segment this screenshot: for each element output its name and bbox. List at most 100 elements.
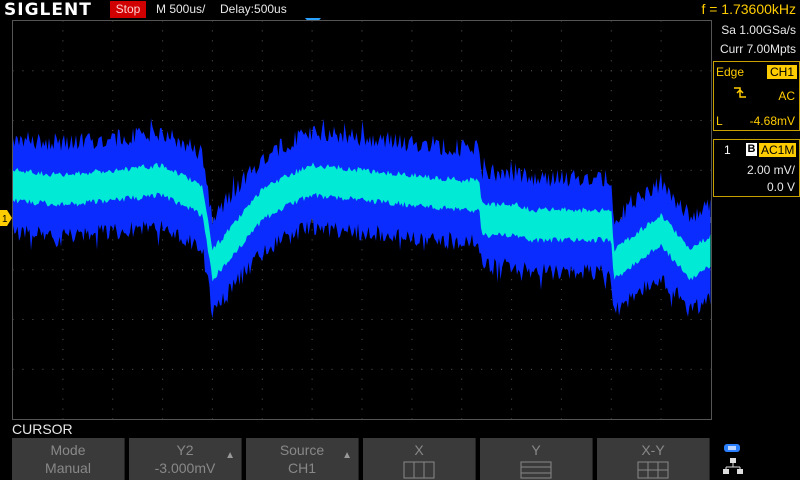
grid-dot [590, 319, 592, 320]
grid-dot [311, 388, 313, 390]
grid-dot [341, 269, 343, 271]
grid-dot [261, 328, 263, 330]
grid-dot [251, 319, 253, 320]
grid-dot [211, 189, 213, 191]
grid-dot [62, 90, 64, 92]
network-status[interactable] [713, 438, 800, 480]
grid-dot [600, 319, 602, 320]
grid-dot [421, 70, 423, 72]
grid-dot [311, 328, 313, 330]
grid-dot [291, 70, 293, 72]
grid-dot [660, 338, 662, 340]
grid-dot [162, 269, 164, 271]
grid-dot [521, 70, 522, 72]
softkey-mode[interactable]: Mode Manual [12, 438, 125, 480]
grid-dot [361, 50, 363, 52]
grid-dot [431, 120, 433, 121]
waveform-display[interactable] [12, 20, 712, 420]
grid-dot [620, 120, 622, 121]
grid-dot [62, 388, 64, 390]
grid-dot [82, 269, 84, 271]
grid-dot [241, 169, 243, 171]
grid-dot [560, 159, 562, 161]
grid-dot [640, 319, 642, 320]
grid-dot [610, 130, 612, 131]
grid-dot [570, 169, 572, 171]
grid-dot [511, 368, 513, 370]
network-icon [723, 458, 743, 474]
grid-dot [560, 408, 562, 410]
grid-dot [162, 319, 164, 320]
grid-dot [92, 70, 94, 72]
grid-dot [391, 70, 393, 72]
grid-dot [710, 269, 711, 271]
grid-dot [560, 348, 562, 350]
grid-dot [650, 70, 652, 72]
grid-dot [680, 169, 682, 171]
grid-dot [112, 80, 114, 82]
grid-dot [660, 289, 662, 291]
grid-dot [521, 319, 522, 320]
grid-dot [361, 60, 363, 62]
grid-dot [62, 279, 64, 281]
grid-dot [162, 378, 164, 380]
grid-dot [112, 259, 114, 261]
grid-dot [361, 279, 363, 281]
grid-dot [341, 120, 343, 121]
grid-dot [311, 110, 313, 111]
grid-dot [261, 299, 263, 301]
channel1-panel[interactable]: 1 B AC1M 2.00 mV/ 0.0 V [713, 139, 800, 197]
grid-dot [401, 70, 403, 72]
grid-dot [202, 368, 203, 370]
trigger-panel[interactable]: Edge CH1 AC L -4.68mV [713, 61, 800, 131]
grid-dot [411, 418, 413, 419]
softkey-y2[interactable]: Y2 -3.000mV ▲ [129, 438, 242, 480]
grid-dot [461, 289, 463, 291]
grid-dot [610, 408, 612, 410]
grid-dot [192, 269, 193, 271]
grid-dot [660, 100, 662, 102]
softkey-x[interactable]: X [363, 438, 476, 480]
grid-dot [610, 309, 612, 311]
grid-dot [710, 70, 711, 72]
grid-dot [32, 70, 34, 72]
grid-dot [261, 50, 263, 52]
run-stop-indicator[interactable]: Stop [110, 1, 146, 18]
softkey-source[interactable]: Source CH1 ▲ [246, 438, 359, 480]
grid-dot [281, 269, 283, 271]
grid-dot [560, 319, 562, 320]
grid-dot [710, 169, 711, 171]
grid-dot [311, 130, 313, 131]
grid-dot [560, 279, 562, 281]
grid-dot [211, 21, 213, 22]
grid-dot [511, 50, 513, 52]
grid-dot [261, 40, 263, 42]
grid-dot [680, 120, 682, 121]
grid-dot [162, 120, 164, 121]
grid-dot [560, 120, 562, 121]
grid-dot [261, 348, 263, 350]
softkey-y[interactable]: Y [480, 438, 593, 480]
grid-dot [62, 348, 64, 350]
grid-dot [211, 179, 213, 181]
grid-dot [660, 319, 662, 320]
delay-readout[interactable]: Delay:500us [220, 2, 287, 16]
grid-dot [13, 319, 14, 320]
grid-dot [172, 368, 173, 370]
grid-dot [630, 368, 632, 370]
grid-dot [461, 368, 463, 370]
grid-dot [132, 70, 134, 72]
grid-dot [660, 149, 662, 151]
timebase-readout[interactable]: M 500us/ [156, 2, 205, 16]
grid-dot [62, 408, 64, 410]
grid-dot [451, 319, 453, 320]
grid-dot [22, 368, 24, 370]
grid-dot [531, 169, 532, 171]
softkey-xy[interactable]: X-Y [597, 438, 710, 480]
grid-dot [162, 21, 164, 22]
grid-dot [461, 30, 463, 32]
grid-dot [511, 159, 513, 161]
grid-dot [142, 368, 144, 370]
grid-dot [13, 368, 14, 370]
grid-dot [590, 368, 592, 370]
